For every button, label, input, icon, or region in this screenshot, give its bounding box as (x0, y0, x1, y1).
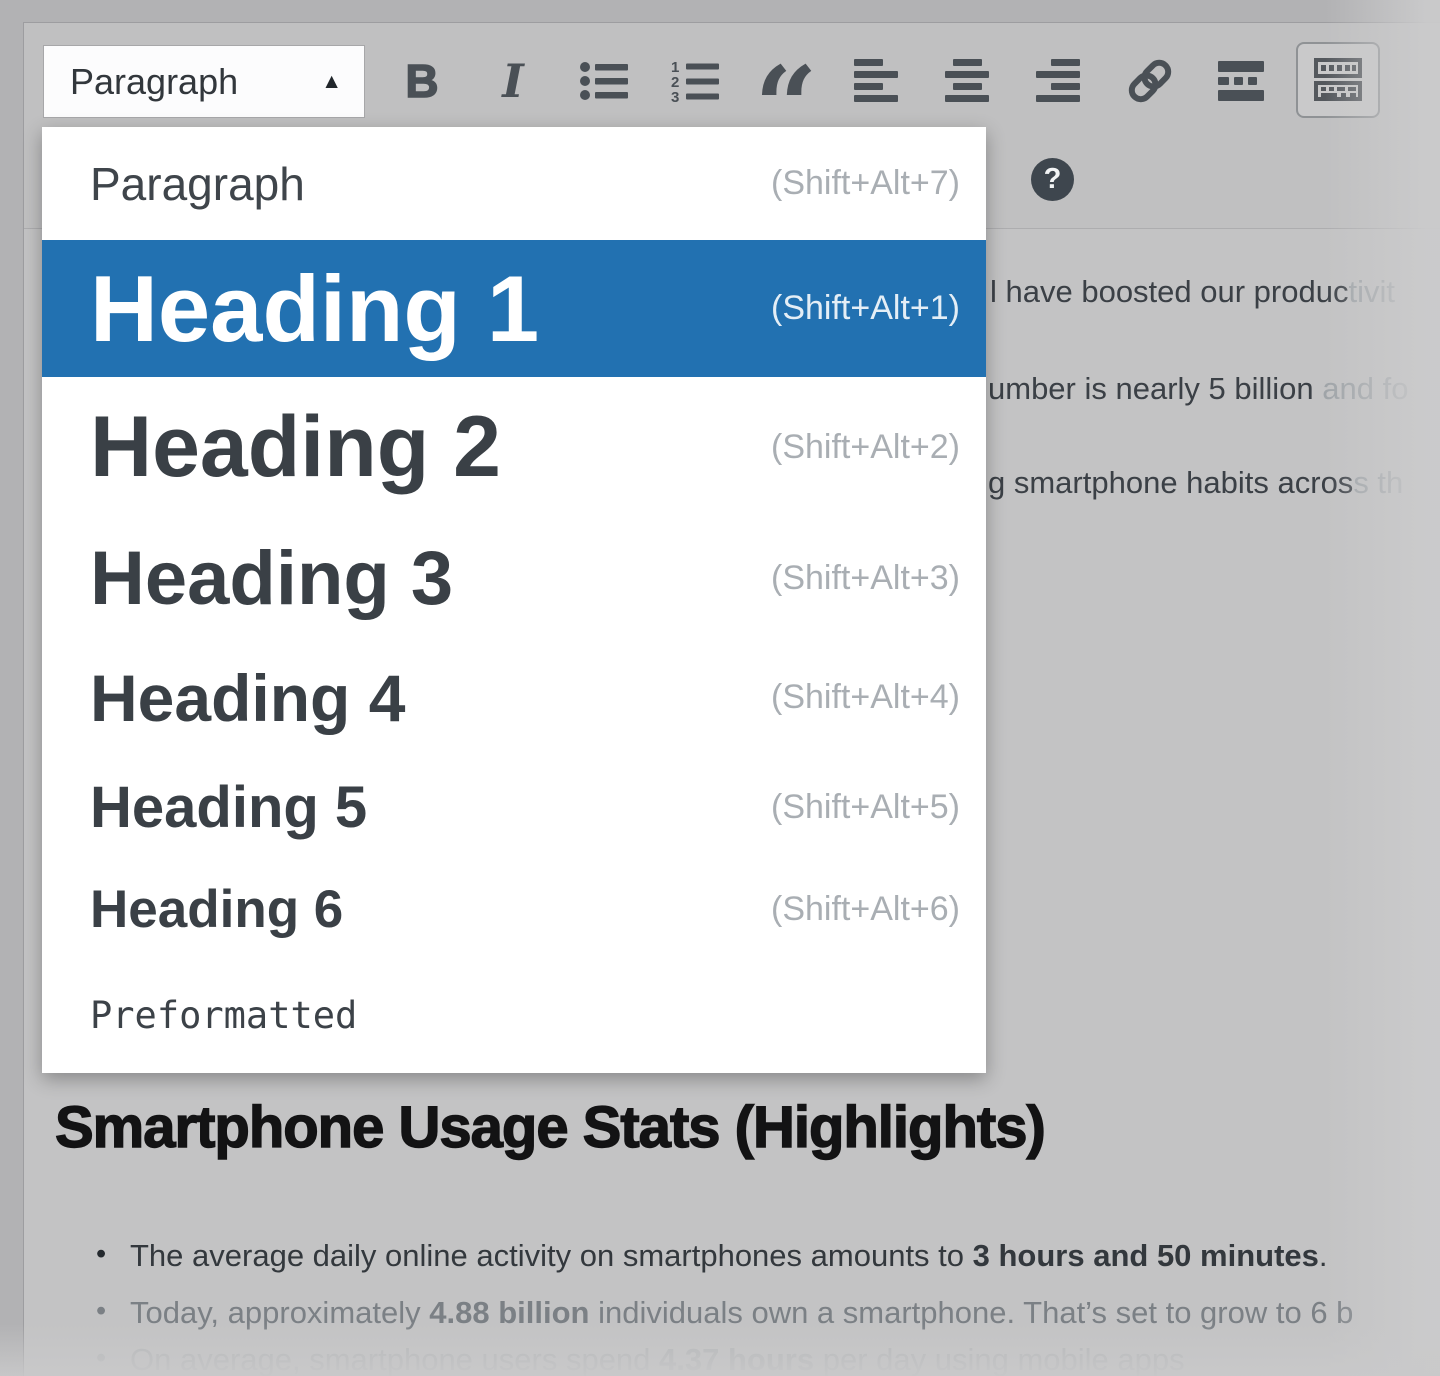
menu-item-heading-5[interactable]: Heading 5 (Shift+Alt+5) (42, 755, 986, 860)
menu-item-heading-4[interactable]: Heading 4 (Shift+Alt+4) (42, 640, 986, 755)
menu-item-preformatted[interactable]: Preformatted (42, 958, 986, 1073)
insert-link-button[interactable] (1124, 46, 1176, 116)
read-more-icon (1218, 59, 1264, 103)
format-dropdown-label: Paragraph (70, 61, 238, 103)
shortcut-label: (Shift+Alt+3) (771, 559, 960, 598)
document-heading: Smartphone Usage Stats (Highlights) (55, 1094, 1045, 1161)
align-left-icon (854, 59, 900, 104)
align-right-button[interactable] (1033, 46, 1085, 116)
shortcut-label: (Shift+Alt+7) (771, 164, 960, 203)
align-center-button[interactable] (942, 46, 994, 116)
list-item: • On average, smartphone users spend 4.3… (96, 1341, 1185, 1376)
bold-icon: B (405, 54, 438, 108)
help-button[interactable]: ? (1031, 158, 1074, 201)
chevron-up-icon: ▲ (321, 70, 342, 94)
blockquote-button[interactable]: “ (760, 46, 812, 116)
align-center-icon (945, 59, 991, 104)
toolbar-toggle-icon (1310, 53, 1366, 107)
bullet-icon: • (96, 1294, 130, 1331)
format-dropdown-button[interactable]: Paragraph ▲ (43, 45, 365, 118)
menu-item-heading-1[interactable]: Heading 1 (Shift+Alt+1) (42, 240, 986, 377)
italic-icon: I (502, 54, 524, 108)
list-item: • Today, approximately 4.88 billion indi… (96, 1294, 1353, 1331)
bold-button[interactable]: B (396, 46, 448, 116)
toolbar-toggle-button[interactable] (1296, 42, 1380, 118)
read-more-tag-button[interactable] (1215, 46, 1267, 116)
shortcut-label: (Shift+Alt+1) (771, 289, 960, 328)
align-left-button[interactable] (851, 46, 903, 116)
wordpress-classic-editor-screenshot: l have boosted our productivit umber is … (0, 0, 1440, 1376)
shortcut-label: (Shift+Alt+5) (771, 788, 960, 827)
numbered-list-icon: 1 2 3 (671, 59, 719, 103)
svg-text:3: 3 (671, 89, 679, 103)
toolbar-button-row: B I 1 2 3 (396, 40, 1306, 122)
question-mark-icon: ? (1044, 163, 1062, 196)
menu-item-paragraph[interactable]: Paragraph (Shift+Alt+7) (42, 127, 986, 240)
align-right-icon (1036, 59, 1082, 104)
shortcut-label: (Shift+Alt+6) (771, 890, 960, 929)
bullet-icon: • (96, 1237, 130, 1274)
shortcut-label: (Shift+Alt+4) (771, 678, 960, 717)
menu-item-heading-2[interactable]: Heading 2 (Shift+Alt+2) (42, 377, 986, 517)
editor-text-line: l have boosted our productivit (990, 276, 1395, 307)
menu-item-heading-3[interactable]: Heading 3 (Shift+Alt+3) (42, 517, 986, 640)
link-icon (1125, 56, 1175, 106)
editor-text-line: umber is nearly 5 billion and fo (988, 373, 1408, 404)
menu-item-heading-6[interactable]: Heading 6 (Shift+Alt+6) (42, 860, 986, 958)
format-dropdown-menu: Paragraph (Shift+Alt+7) Heading 1 (Shift… (42, 127, 986, 1073)
shortcut-label: (Shift+Alt+2) (771, 428, 960, 467)
editor-text-line: g smartphone habits across th (988, 467, 1403, 498)
list-item: • The average daily online activity on s… (96, 1237, 1328, 1274)
bullet-icon: • (96, 1341, 130, 1376)
bulleted-list-icon (580, 60, 628, 102)
numbered-list-button[interactable]: 1 2 3 (669, 46, 721, 116)
italic-button[interactable]: I (487, 46, 539, 116)
bulleted-list-button[interactable] (578, 46, 630, 116)
